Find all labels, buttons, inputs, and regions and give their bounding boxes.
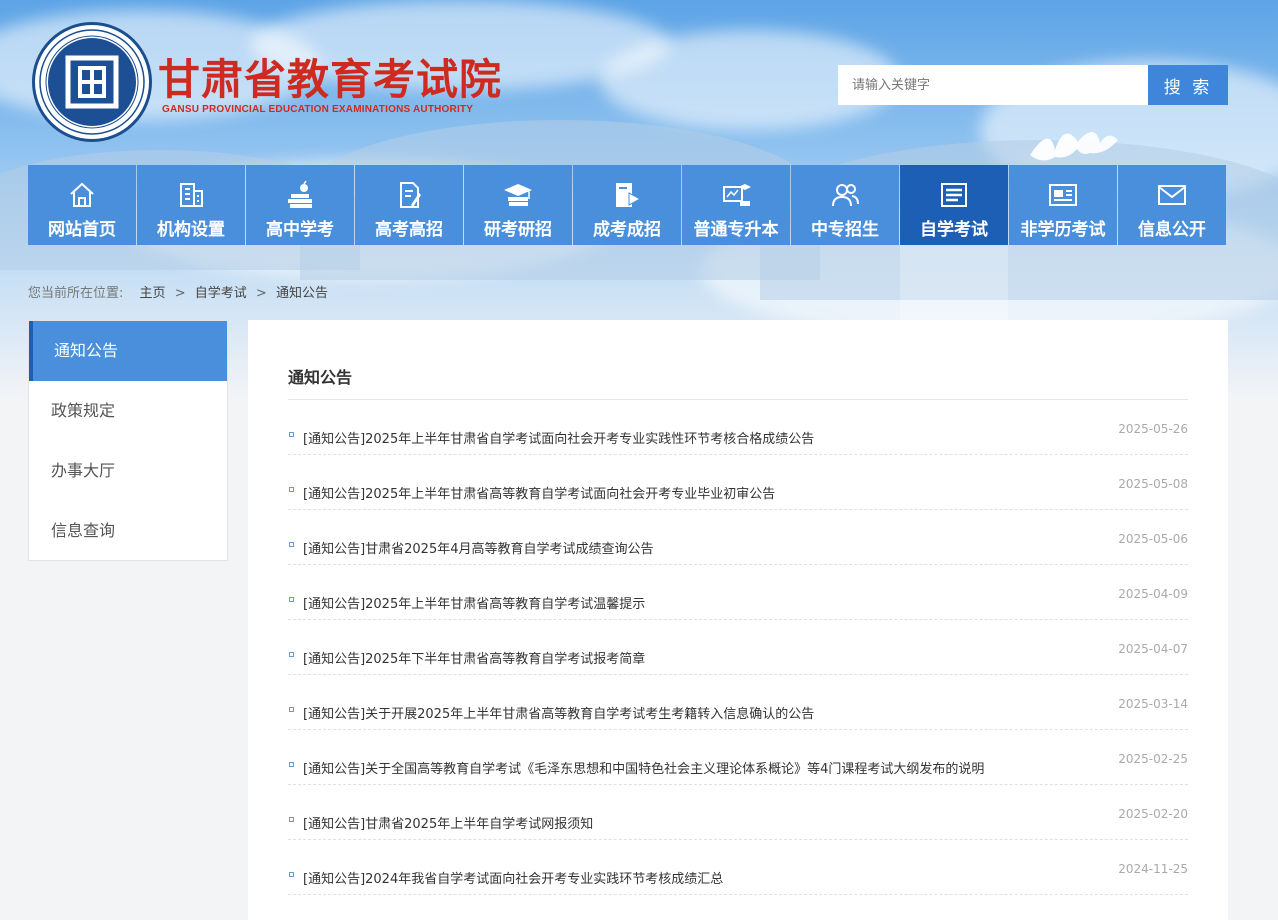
nav-item-upgrade[interactable]: 普通专升本 <box>682 165 790 245</box>
main-nav: 网站首页 机构设置 高中学考 高考高招 研考研招 成考成招 普通专升本 中专招生… <box>28 165 1228 245</box>
list-item: [通知公告]关于开展2025年上半年甘肃省高等教育自学考试考生考籍转入信息确认的… <box>288 675 1188 730</box>
notice-date: 2025-03-14 <box>1118 697 1188 711</box>
bullet-icon <box>289 597 294 602</box>
notice-date: 2025-05-26 <box>1118 422 1188 436</box>
bullet-icon <box>289 542 294 547</box>
sidebar-item-service-hall[interactable]: 办事大厅 <box>29 441 227 501</box>
list-item: [通知公告]甘肃省2025年4月高等教育自学考试成绩查询公告 2025-05-06 <box>288 510 1188 565</box>
notice-link[interactable]: [通知公告]甘肃省2025年上半年自学考试网报须知 <box>303 813 593 832</box>
notice-link[interactable]: [通知公告]2025年下半年甘肃省高等教育自学考试报考简章 <box>303 648 645 667</box>
notice-date: 2025-04-09 <box>1118 587 1188 601</box>
nav-label: 高中学考 <box>266 220 334 240</box>
list-item: [通知公告]2025年上半年甘肃省高等教育自学考试温馨提示 2025-04-09 <box>288 565 1188 620</box>
bullet-icon <box>289 707 294 712</box>
content-panel: 通知公告 [通知公告]2025年上半年甘肃省自学考试面向社会开考专业实践性环节考… <box>248 320 1228 920</box>
notice-list: [通知公告]2025年上半年甘肃省自学考试面向社会开考专业实践性环节考核合格成绩… <box>288 400 1188 895</box>
nav-item-home[interactable]: 网站首页 <box>28 165 136 245</box>
users-icon <box>832 184 859 207</box>
notice-date: 2024-11-25 <box>1118 862 1188 876</box>
notice-date: 2025-05-08 <box>1118 477 1188 491</box>
nav-item-secondary-vocational[interactable]: 中专招生 <box>791 165 899 245</box>
page-title: 通知公告 <box>288 368 353 387</box>
nav-label: 信息公开 <box>1138 220 1206 240</box>
bullet-icon <box>289 817 294 822</box>
list-item: [通知公告]2024年我省自学考试面向社会开考专业实践环节考核成绩汇总 2024-… <box>288 840 1188 895</box>
bullet-icon <box>289 872 294 877</box>
seal-logo[interactable] <box>32 22 152 142</box>
article-icon <box>941 183 967 207</box>
nav-item-postgraduate[interactable]: 研考研招 <box>464 165 572 245</box>
bullet-icon <box>289 762 294 767</box>
nav-item-highschool-exam[interactable]: 高中学考 <box>246 165 354 245</box>
document-pen-icon <box>400 182 421 208</box>
bullet-icon <box>289 487 294 492</box>
breadcrumb-separator: > <box>255 286 267 301</box>
bullet-icon <box>289 652 294 657</box>
sidebar: 通知公告 政策规定 办事大厅 信息查询 <box>28 320 228 561</box>
file-video-icon <box>616 183 642 207</box>
search-input[interactable] <box>838 65 1148 105</box>
list-item: [通知公告]关于全国高等教育自学考试《毛泽东思想和中国特色社会主义理论体系概论》… <box>288 730 1188 785</box>
search-button[interactable]: 搜 索 <box>1148 65 1228 105</box>
nav-item-organization[interactable]: 机构设置 <box>137 165 245 245</box>
breadcrumb-prefix: 您当前所在位置: <box>28 286 124 301</box>
nav-label: 非学历考试 <box>1020 220 1106 240</box>
bullet-icon <box>289 432 294 437</box>
sidebar-item-policies[interactable]: 政策规定 <box>29 381 227 441</box>
notice-date: 2025-02-25 <box>1118 752 1188 766</box>
notice-link[interactable]: [通知公告]2025年上半年甘肃省自学考试面向社会开考专业实践性环节考核合格成绩… <box>303 428 814 447</box>
breadcrumb: 您当前所在位置: 主页 > 自学考试 > 通知公告 <box>28 282 328 301</box>
building-icon <box>180 183 203 207</box>
nav-label: 研考研招 <box>484 220 552 240</box>
list-item: [通知公告]2025年下半年甘肃省高等教育自学考试报考简章 2025-04-07 <box>288 620 1188 675</box>
nav-item-adult-exam[interactable]: 成考成招 <box>573 165 681 245</box>
board-graduate-icon <box>723 184 751 206</box>
mail-icon <box>1158 185 1186 205</box>
nav-label: 自学考试 <box>920 220 988 240</box>
notice-date: 2025-02-20 <box>1118 807 1188 821</box>
nav-item-non-degree-exam[interactable]: 非学历考试 <box>1009 165 1117 245</box>
nav-label: 高考高招 <box>375 220 443 240</box>
nav-item-self-study-exam[interactable]: 自学考试 <box>900 165 1008 245</box>
nav-label: 网站首页 <box>48 220 116 240</box>
home-icon <box>70 182 94 207</box>
notice-link[interactable]: [通知公告]2024年我省自学考试面向社会开考专业实践环节考核成绩汇总 <box>303 868 723 887</box>
nav-label: 机构设置 <box>157 220 225 240</box>
nav-item-info-disclosure[interactable]: 信息公开 <box>1118 165 1226 245</box>
org-name: 甘肃省教育考试院 <box>158 55 503 104</box>
graduation-cap-icon <box>504 184 532 206</box>
notice-link[interactable]: [通知公告]2025年上半年甘肃省高等教育自学考试面向社会开考专业毕业初审公告 <box>303 483 775 502</box>
breadcrumb-current[interactable]: 通知公告 <box>276 286 328 301</box>
notice-link[interactable]: [通知公告]甘肃省2025年4月高等教育自学考试成绩查询公告 <box>303 538 654 557</box>
seal-ring-icon <box>39 29 145 135</box>
nav-label: 中专招生 <box>811 220 879 240</box>
sidebar-item-notices[interactable]: 通知公告 <box>29 321 227 381</box>
sidebar-item-info-query[interactable]: 信息查询 <box>29 501 227 561</box>
books-apple-icon <box>288 180 312 208</box>
nav-label: 成考成招 <box>593 220 661 240</box>
breadcrumb-home[interactable]: 主页 <box>140 286 166 301</box>
nav-item-gaokao[interactable]: 高考高招 <box>355 165 463 245</box>
org-name-en: GANSU PROVINCIAL EDUCATION EXAMINATIONS … <box>162 104 474 115</box>
list-item: [通知公告]甘肃省2025年上半年自学考试网报须知 2025-02-20 <box>288 785 1188 840</box>
notice-link[interactable]: [通知公告]关于开展2025年上半年甘肃省高等教育自学考试考生考籍转入信息确认的… <box>303 703 814 722</box>
nav-label: 普通专升本 <box>693 220 779 240</box>
breadcrumb-self-study[interactable]: 自学考试 <box>195 286 247 301</box>
breadcrumb-separator: > <box>174 286 186 301</box>
list-item: [通知公告]2025年上半年甘肃省高等教育自学考试面向社会开考专业毕业初审公告 2… <box>288 455 1188 510</box>
id-card-icon <box>1049 184 1077 206</box>
notice-link[interactable]: [通知公告]2025年上半年甘肃省高等教育自学考试温馨提示 <box>303 593 645 612</box>
notice-date: 2025-04-07 <box>1118 642 1188 656</box>
notice-link[interactable]: [通知公告]关于全国高等教育自学考试《毛泽东思想和中国特色社会主义理论体系概论》… <box>303 758 984 777</box>
notice-date: 2025-05-06 <box>1118 532 1188 546</box>
list-item: [通知公告]2025年上半年甘肃省自学考试面向社会开考专业实践性环节考核合格成绩… <box>288 400 1188 455</box>
